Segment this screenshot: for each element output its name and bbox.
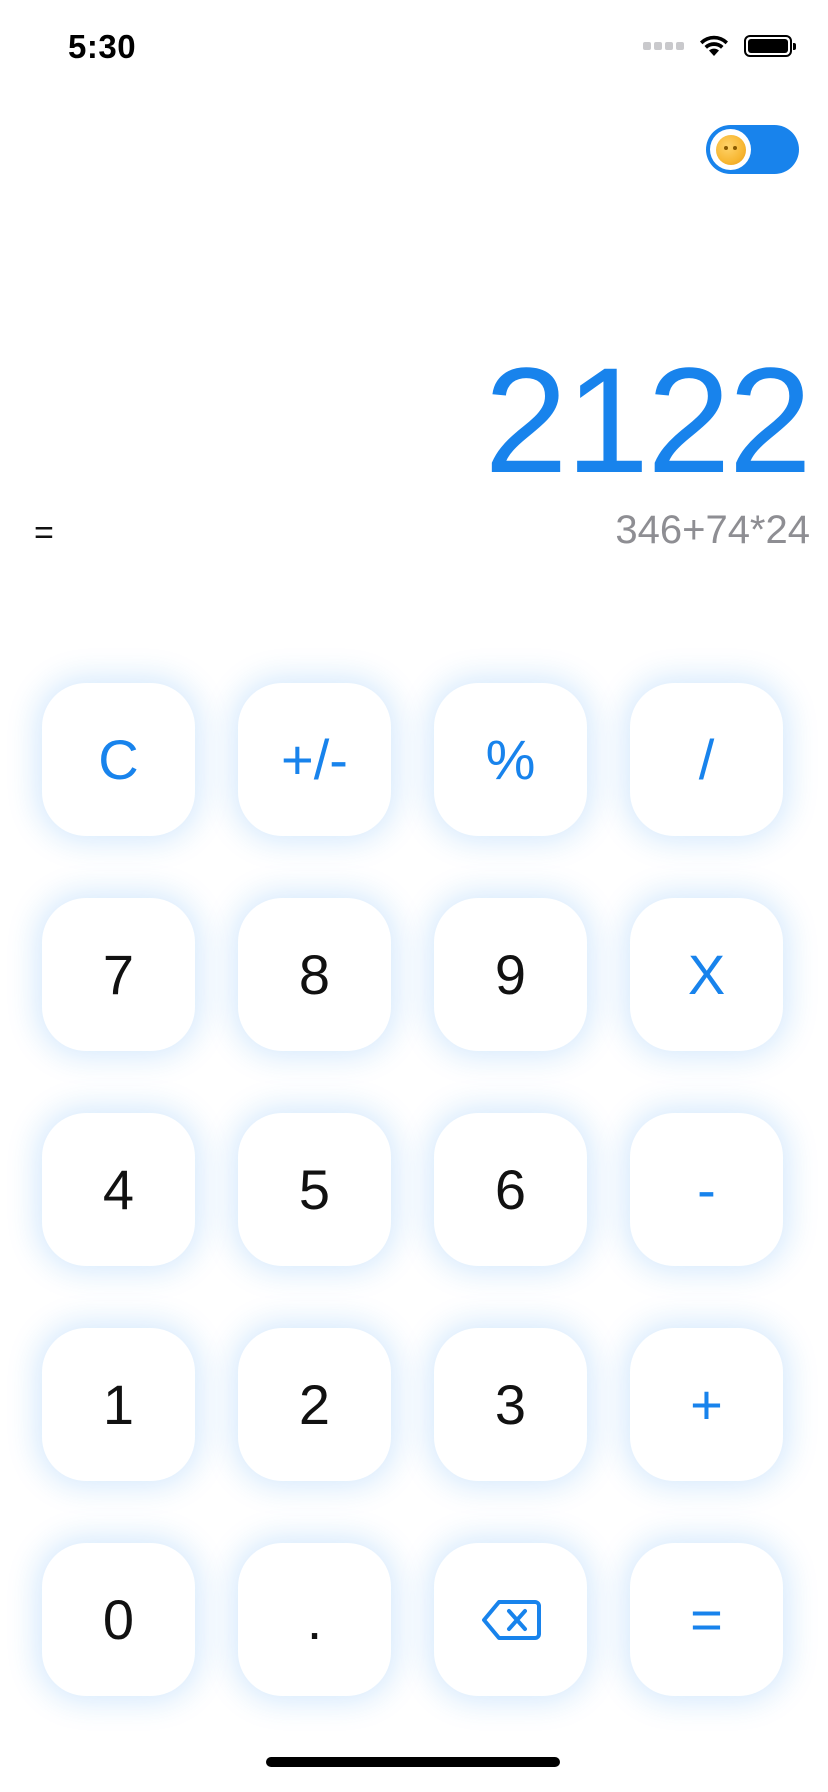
digit-3-button[interactable]: 3: [434, 1328, 587, 1481]
toggle-knob: [710, 129, 751, 170]
status-icons: [643, 34, 796, 58]
backspace-icon: [481, 1599, 541, 1640]
multiply-button[interactable]: X: [630, 898, 783, 1051]
expression-display: 346+74*24: [615, 508, 810, 552]
result-display: 2122: [484, 336, 812, 504]
digit-4-button[interactable]: 4: [42, 1113, 195, 1266]
digit-2-button[interactable]: 2: [238, 1328, 391, 1481]
subtract-button[interactable]: -: [630, 1113, 783, 1266]
battery-icon: [744, 35, 796, 57]
equals-button[interactable]: =: [630, 1543, 783, 1696]
percent-button[interactable]: %: [434, 683, 587, 836]
add-button[interactable]: +: [630, 1328, 783, 1481]
home-indicator: [266, 1757, 560, 1767]
theme-toggle[interactable]: [706, 125, 799, 174]
digit-7-button[interactable]: 7: [42, 898, 195, 1051]
equals-label: =: [34, 514, 54, 552]
digit-8-button[interactable]: 8: [238, 898, 391, 1051]
digit-5-button[interactable]: 5: [238, 1113, 391, 1266]
wifi-icon: [700, 35, 728, 56]
digit-9-button[interactable]: 9: [434, 898, 587, 1051]
status-time: 5:30: [68, 28, 137, 65]
sun-face-icon: [715, 134, 746, 165]
divide-button[interactable]: /: [630, 683, 783, 836]
decimal-button[interactable]: .: [238, 1543, 391, 1696]
digit-0-button[interactable]: 0: [42, 1543, 195, 1696]
backspace-button[interactable]: [434, 1543, 587, 1696]
sign-toggle-button[interactable]: +/-: [238, 683, 391, 836]
clear-button[interactable]: C: [42, 683, 195, 836]
digit-6-button[interactable]: 6: [434, 1113, 587, 1266]
cellular-signal-icon: [643, 42, 684, 50]
digit-1-button[interactable]: 1: [42, 1328, 195, 1481]
